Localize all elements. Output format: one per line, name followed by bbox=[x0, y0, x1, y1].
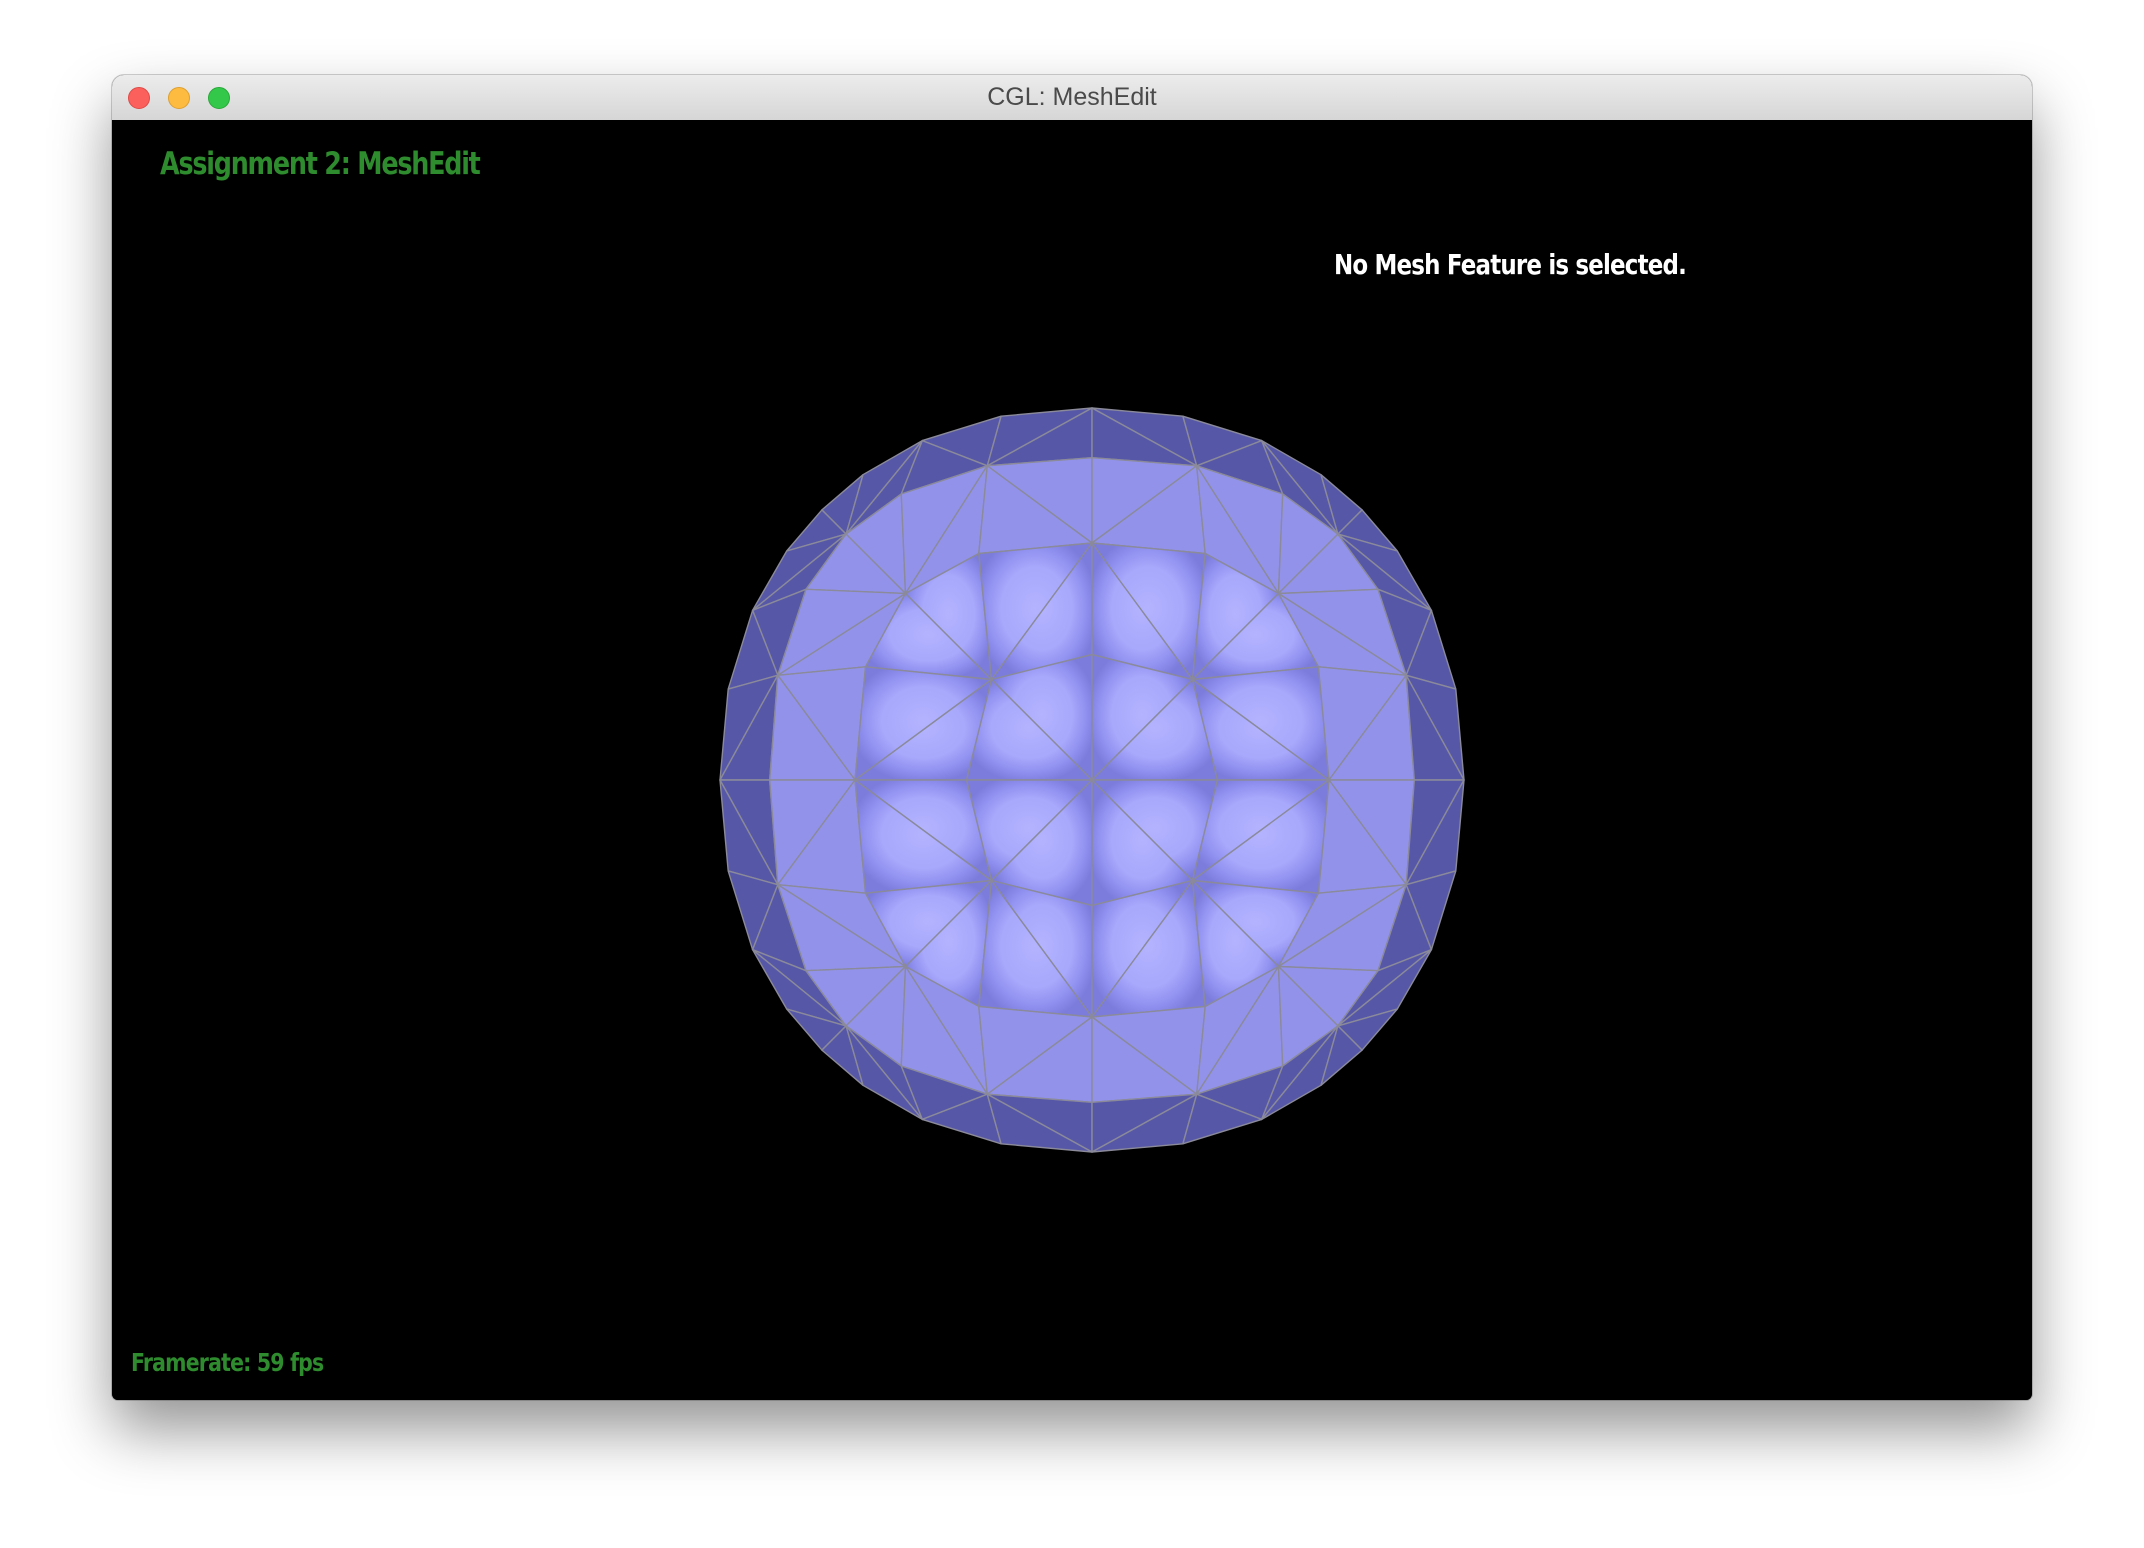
mesh-render[interactable] bbox=[702, 390, 1482, 1170]
window-title: CGL: MeshEdit bbox=[987, 83, 1157, 111]
app-title: Assignment 2: MeshEdit bbox=[160, 146, 481, 182]
desktop: CGL: MeshEdit Assignment 2: MeshEdit No … bbox=[0, 0, 2144, 1548]
title-bar[interactable]: CGL: MeshEdit bbox=[112, 75, 2032, 121]
mesh-geometry bbox=[719, 407, 1465, 1153]
gl-viewport[interactable]: Assignment 2: MeshEdit No Mesh Feature i… bbox=[112, 120, 2032, 1400]
app-window: CGL: MeshEdit Assignment 2: MeshEdit No … bbox=[112, 75, 2032, 1400]
framerate-readout: Framerate: 59 fps bbox=[131, 1348, 324, 1377]
selection-status: No Mesh Feature is selected. bbox=[1334, 248, 1687, 281]
